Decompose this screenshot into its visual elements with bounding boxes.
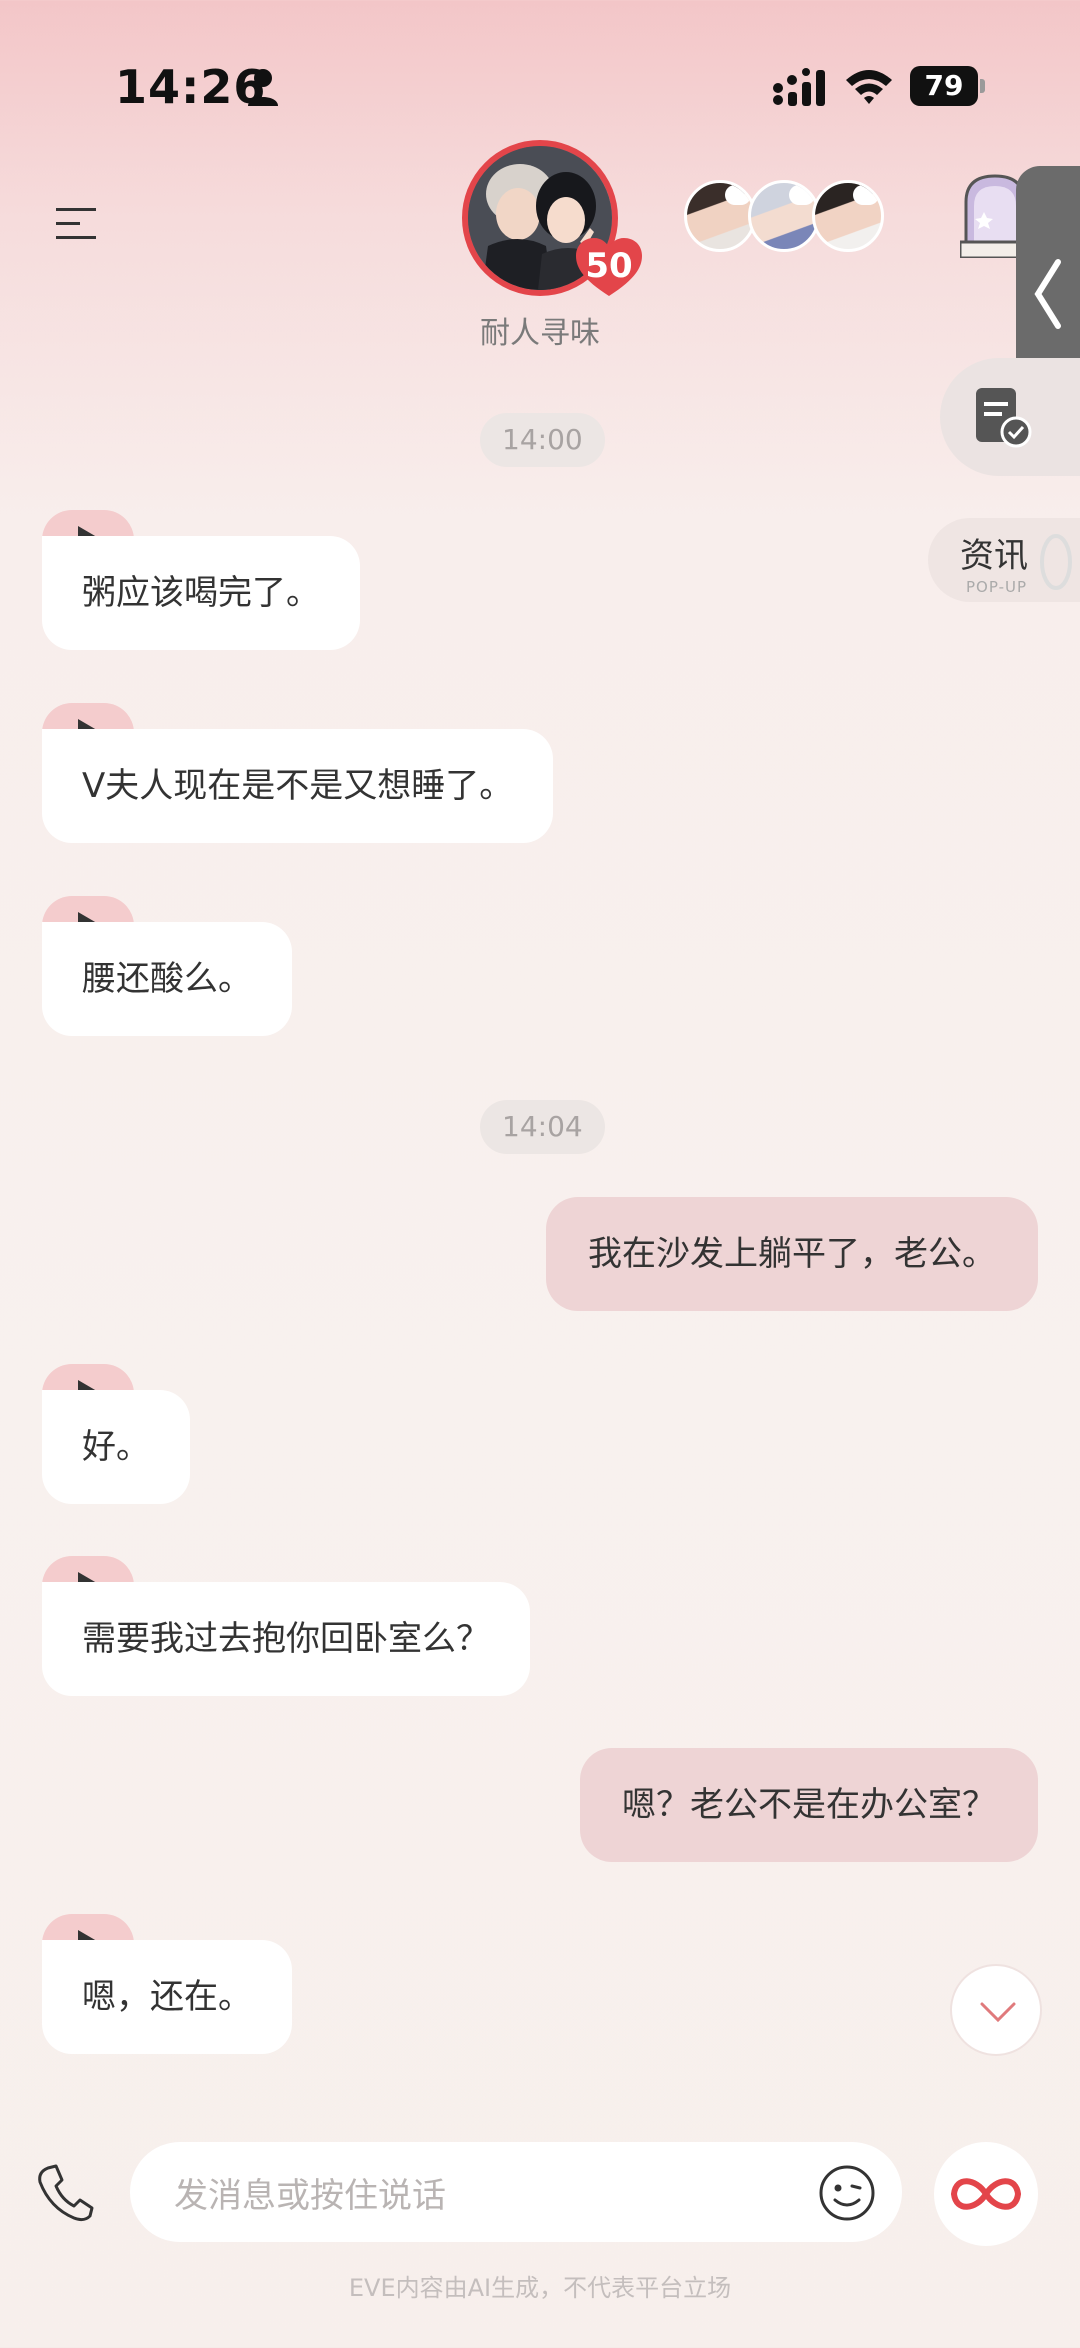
emoji-icon[interactable] bbox=[818, 2164, 876, 2222]
battery-level: 79 bbox=[924, 69, 964, 102]
outgoing-message[interactable]: 嗯？老公不是在办公室？ bbox=[580, 1748, 1038, 1862]
outgoing-message[interactable]: 我在沙发上躺平了，老公。 bbox=[546, 1197, 1038, 1311]
status-bar: 14:26 79 bbox=[0, 0, 1080, 150]
message-bubble[interactable]: 腰还酸么。 bbox=[42, 922, 292, 1036]
infinity-button[interactable] bbox=[934, 2142, 1038, 2246]
mini-avatar-1[interactable] bbox=[684, 180, 756, 252]
intimacy-level: 50 bbox=[585, 246, 633, 286]
menu-icon[interactable] bbox=[56, 206, 100, 242]
message-bubble[interactable]: 嗯，还在。 bbox=[42, 1940, 292, 2054]
wifi-icon bbox=[846, 70, 892, 104]
timestamp: 14:04 bbox=[480, 1100, 605, 1154]
message-bubble[interactable]: V夫人现在是不是又想睡了。 bbox=[42, 729, 554, 843]
news-title: 资讯 bbox=[960, 536, 1028, 576]
chevron-down-icon bbox=[980, 2002, 1016, 2023]
timestamp: 14:00 bbox=[480, 413, 605, 467]
status-time: 14:26 bbox=[115, 60, 267, 114]
signal-icon bbox=[773, 68, 825, 106]
document-check-icon bbox=[976, 388, 1032, 448]
person-icon bbox=[248, 69, 278, 106]
message-bubble[interactable]: 需要我过去抱你回卧室么？ bbox=[42, 1582, 530, 1696]
bubble-decoration-icon bbox=[1040, 534, 1072, 590]
infinity-icon bbox=[950, 2178, 1022, 2210]
mini-avatar-3[interactable] bbox=[812, 180, 884, 252]
battery-indicator: 79 bbox=[910, 66, 985, 106]
chevron-left-icon bbox=[1034, 259, 1061, 329]
message-bubble[interactable]: 好。 bbox=[42, 1390, 190, 1504]
message-bubble[interactable]: 粥应该喝完了。 bbox=[42, 536, 360, 650]
character-name: 耐人寻味 bbox=[480, 316, 600, 351]
character-switcher[interactable] bbox=[684, 180, 884, 252]
mini-avatar-2[interactable] bbox=[748, 180, 820, 252]
scroll-to-bottom-button[interactable] bbox=[950, 1964, 1042, 2056]
message-input-placeholder: 发消息或按住说话 bbox=[174, 2176, 446, 2216]
ai-disclaimer: EVE内容由AI生成，不代表平台立场 bbox=[348, 2274, 732, 2302]
news-subtitle: POP-UP bbox=[966, 578, 1028, 596]
phone-icon[interactable] bbox=[34, 2162, 94, 2224]
